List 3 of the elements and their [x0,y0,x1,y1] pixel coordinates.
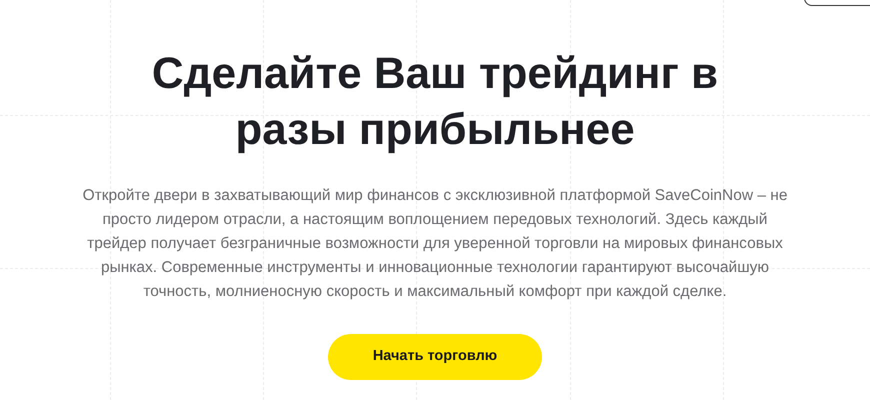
start-trading-button[interactable]: Начать торговлю [328,334,542,380]
hero-heading: Сделайте Ваш трейдинг в разы прибыльнее [150,48,720,156]
hero-description: Откройте двери в захватывающий мир финансов с эксклюзивной платформой SaveCoinNow – не просто лидером отрасли, а настоящим воплощением передовых технологий. Здесь каждый трейдер получает безграничные возможности для уверенной торговли на мировых финансовых рынках. Современные инструменты и инновационные технологии гарантируют высочайшую точность, молниеносную скорость и максимальный комфорт при каждой сделке. [82,186,788,302]
